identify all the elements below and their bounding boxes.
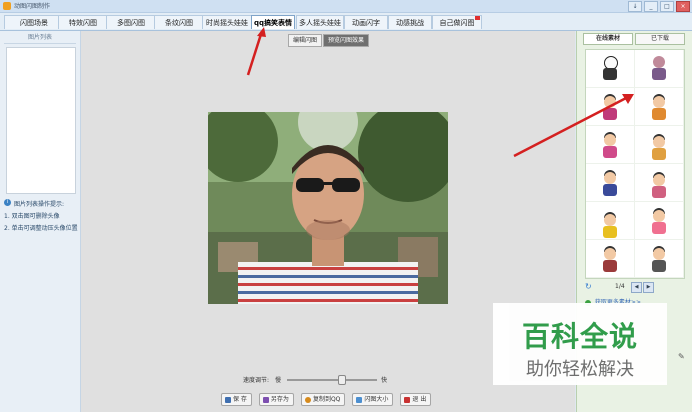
tab-stripe-flash[interactable]: 条纹闪图 <box>154 15 204 29</box>
annotation-arrow <box>246 27 266 76</box>
tips-heading: 图片列表操作提示: <box>14 201 65 208</box>
tab-dynamic-challenge[interactable]: 动感挑战 <box>388 15 432 29</box>
speed-slider-track[interactable] <box>287 379 377 381</box>
image-list-panel: 图片列表 i 图片列表操作提示: 1. 双击图可删除头像 2. 单击可调整动压头… <box>0 31 81 412</box>
page-number: 1/4 <box>615 283 625 290</box>
sticker-item[interactable] <box>635 50 684 88</box>
maximize-button[interactable]: □ <box>660 1 674 12</box>
annotation-arrow <box>513 94 634 158</box>
tab-downloaded[interactable]: 已下载 <box>635 33 685 45</box>
exit-label: 退 出 <box>412 396 427 403</box>
sticker-item[interactable] <box>586 164 635 202</box>
copy-to-qq-button[interactable]: 复制到QQ <box>300 393 346 406</box>
speed-slider-thumb[interactable] <box>338 375 346 385</box>
save-as-icon <box>262 396 269 403</box>
refresh-icon[interactable]: ↻ <box>585 283 593 291</box>
save-button[interactable]: 保 存 <box>221 393 252 406</box>
tab-diy-flash[interactable]: 自己做闪图 <box>432 15 482 29</box>
tab-online-assets[interactable]: 在线素材 <box>583 33 633 45</box>
tab-edit[interactable]: 编辑闪图 <box>288 34 323 47</box>
tab-preview[interactable]: 预览闪图效果 <box>323 34 370 47</box>
tip-line: 2. 单击可调整动压头像位置 <box>4 225 78 232</box>
sticker-item[interactable] <box>586 202 635 240</box>
sticker-item[interactable] <box>635 202 684 240</box>
watermark-subtitle: 助你轻松解决 <box>526 359 634 380</box>
sticker-pager: ↻ 1/4 ◀ ▶ <box>585 282 683 294</box>
new-badge-icon <box>475 16 480 20</box>
sticker-grid <box>585 49 685 279</box>
watermark-title: 百科全说 <box>521 320 638 353</box>
title-bar: 动图闪图制作 ↓ _ □ × <box>0 0 692 13</box>
save-as-button[interactable]: 另存为 <box>258 393 294 406</box>
download-window-button[interactable]: ↓ <box>628 1 642 12</box>
save-label: 保 存 <box>233 396 247 403</box>
sticker-item[interactable] <box>586 240 635 278</box>
watermark-overlay: 百科全说 助你轻松解决 <box>493 303 667 385</box>
image-size-button[interactable]: 闪图大小 <box>352 393 394 406</box>
tab-multi-image[interactable]: 多图闪图 <box>106 15 156 29</box>
app-icon <box>3 2 11 10</box>
speed-slow-label: 慢 <box>275 377 282 384</box>
mode-tab-bar: 闪图场景 特效闪图 多图闪图 条纹闪图 时尚摇头娃娃 qq搞笑表情 多人摇头娃娃… <box>0 13 692 31</box>
preview-photo <box>208 112 448 304</box>
image-list-box[interactable] <box>6 47 76 194</box>
minimize-button[interactable]: _ <box>644 1 658 12</box>
info-icon: i <box>4 199 11 206</box>
sticker-item[interactable] <box>635 88 684 126</box>
next-page-button[interactable]: ▶ <box>643 282 654 293</box>
tab-flash-scene[interactable]: 闪图场景 <box>4 15 64 29</box>
copy-to-qq-label: 复制到QQ <box>312 396 341 403</box>
exit-button[interactable]: 退 出 <box>400 393 432 406</box>
save-as-label: 另存为 <box>270 396 289 403</box>
speed-fast-label: 快 <box>381 377 388 384</box>
tab-effect-flash[interactable]: 特效闪图 <box>58 15 108 29</box>
speed-label: 速度调节: <box>243 377 270 384</box>
wrench-icon[interactable]: ✎ <box>678 352 685 361</box>
sticker-item[interactable] <box>635 126 684 164</box>
tab-multi-bobblehead[interactable]: 多人摇头娃娃 <box>296 15 344 29</box>
prev-page-button[interactable]: ◀ <box>631 282 642 293</box>
size-icon <box>356 396 363 403</box>
tab-animated-text[interactable]: 动画闪字 <box>344 15 388 29</box>
sticker-item[interactable] <box>635 240 684 278</box>
close-button[interactable]: × <box>676 1 690 12</box>
tab-diy-flash-label: 自己做闪图 <box>439 19 475 27</box>
tip-line: 1. 双击图可删除头像 <box>4 213 60 220</box>
image-list-title: 图片列表 <box>4 33 76 44</box>
speed-control: 速度调节: 慢 快 <box>243 374 443 385</box>
window-title: 动图闪图制作 <box>14 3 51 10</box>
sticker-item[interactable] <box>586 50 635 88</box>
exit-icon <box>404 396 411 403</box>
qq-icon <box>304 396 311 403</box>
image-size-label: 闪图大小 <box>364 396 389 403</box>
save-icon <box>225 396 231 403</box>
sticker-item[interactable] <box>635 164 684 202</box>
